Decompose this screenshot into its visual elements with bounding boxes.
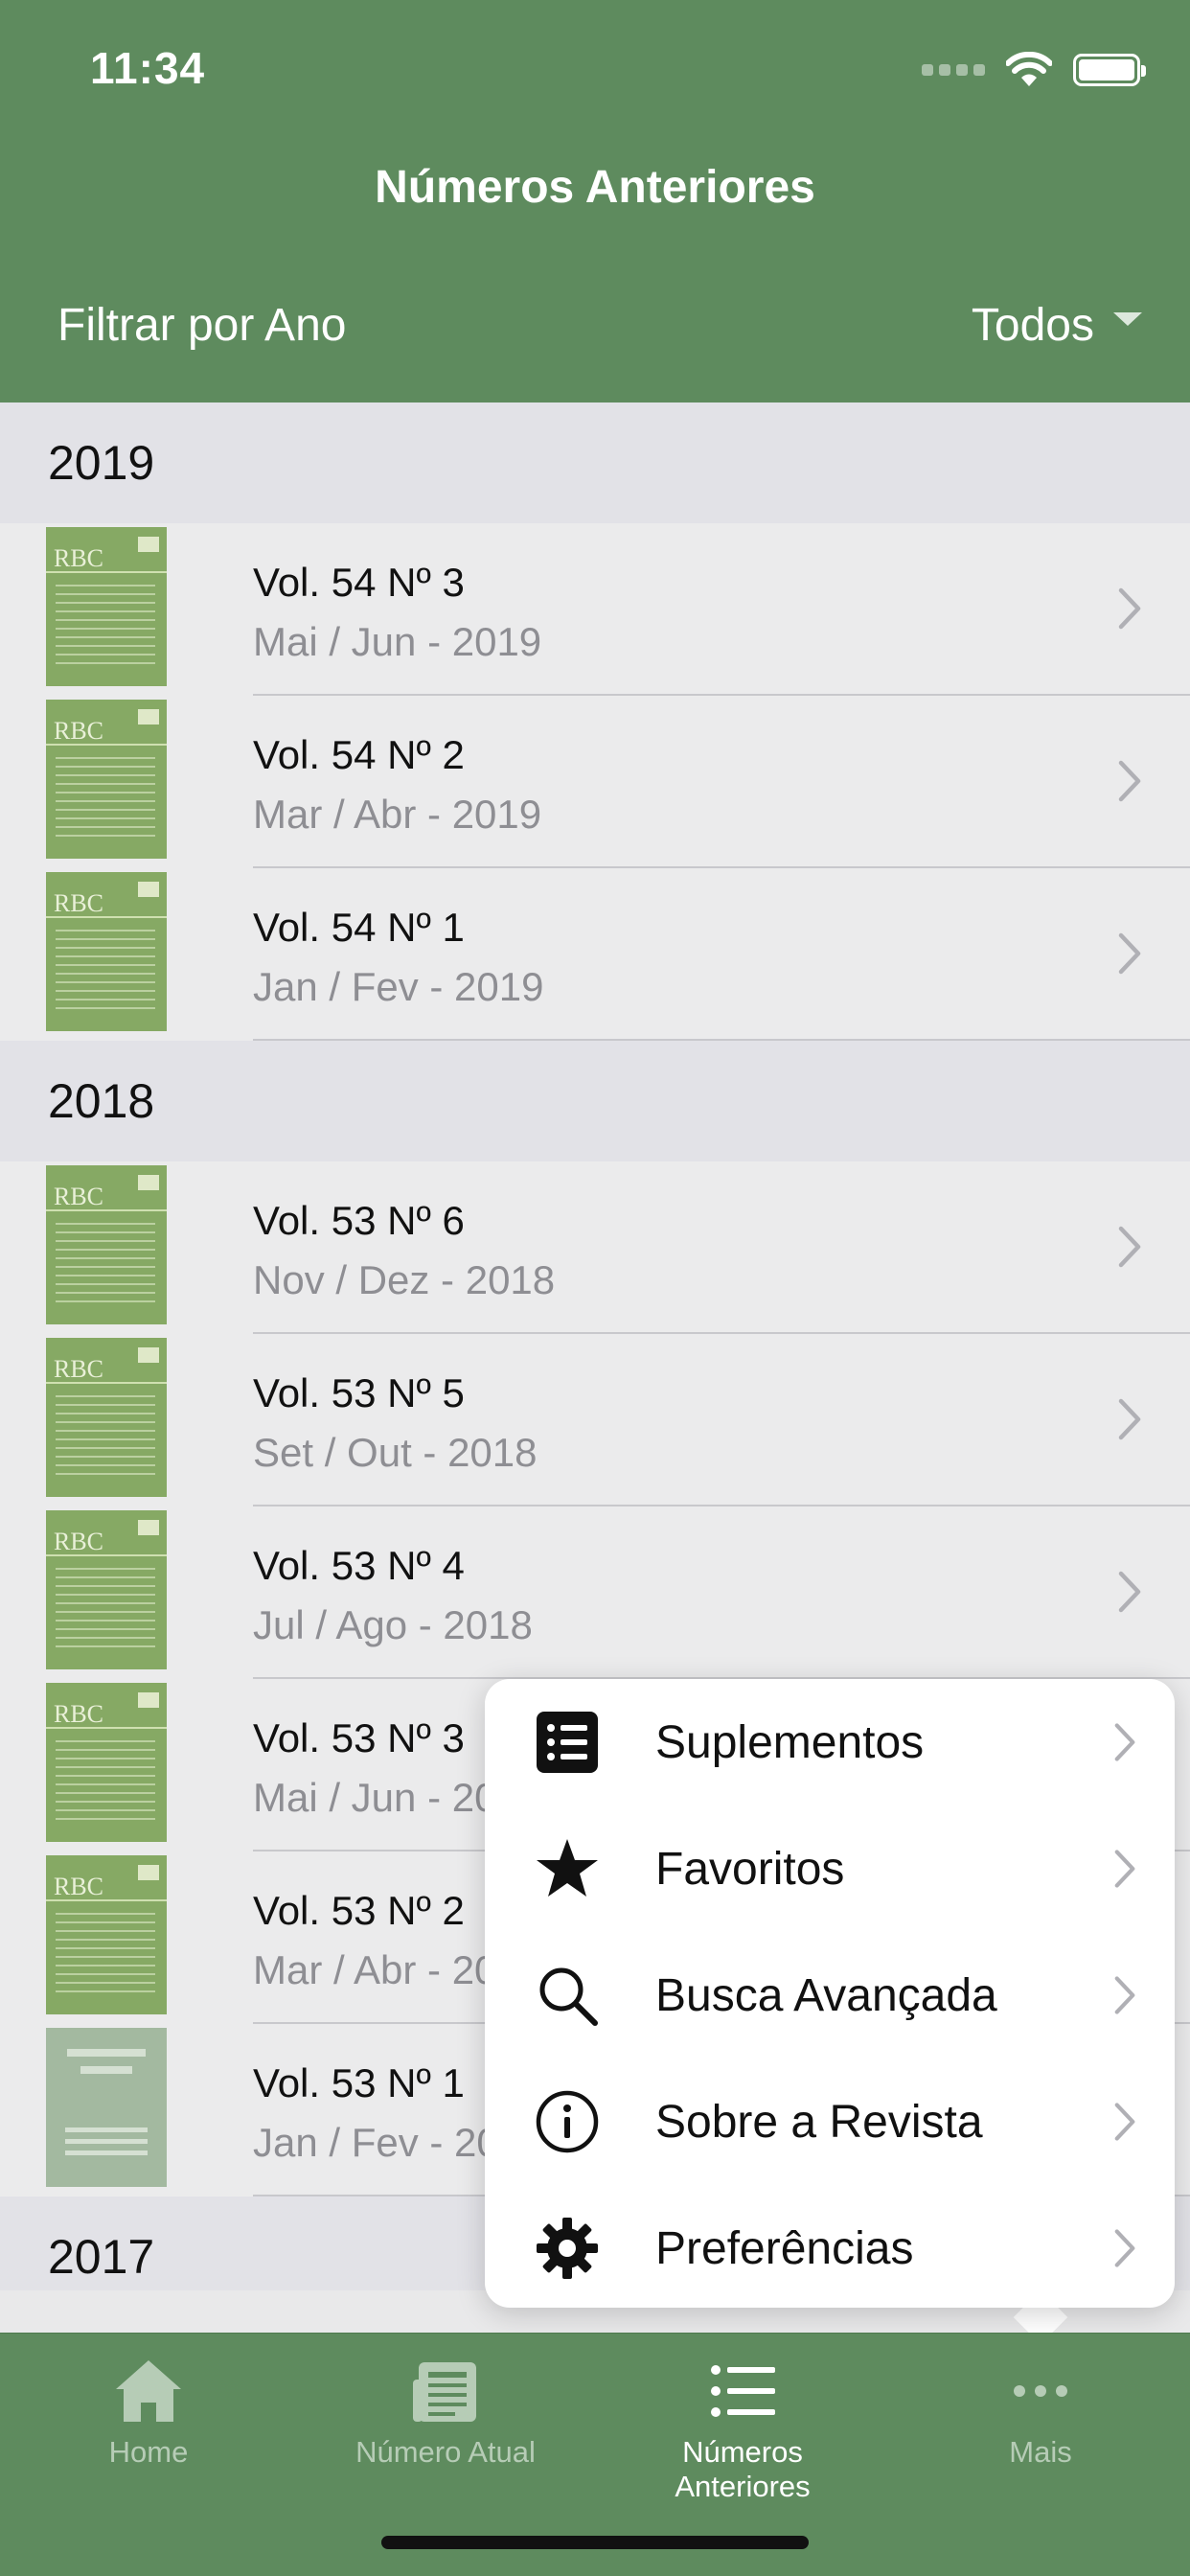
chevron-right-icon xyxy=(1117,586,1142,631)
tab-label: Número Atual xyxy=(355,2435,536,2469)
tab-label: Mais xyxy=(1009,2435,1072,2469)
cover-thumbnail: RBC xyxy=(46,1165,167,1324)
cover-thumbnail: RBC xyxy=(46,1338,167,1497)
cover-thumbnail: RBC xyxy=(46,872,167,1031)
tab-label: Números Anteriores xyxy=(675,2435,811,2503)
menu-item-label: Preferências xyxy=(655,2222,914,2274)
cover-thumbnail: RBC xyxy=(46,1683,167,1842)
menu-item-label: Busca Avançada xyxy=(655,1969,997,2021)
menu-item-label: Suplementos xyxy=(655,1716,925,1768)
info-icon xyxy=(535,2089,600,2154)
home-indicator xyxy=(381,2536,809,2549)
issue-row[interactable]: RBC Vol. 54 Nº 3 Mai / Jun - 2019 xyxy=(0,523,1190,696)
issue-date: Jul / Ago - 2018 xyxy=(253,1602,533,1647)
tab-mais[interactable]: Mais xyxy=(926,2355,1156,2498)
cover-logo-text: RBC xyxy=(54,1528,104,1555)
issue-title: Vol. 54 Nº 2 xyxy=(253,732,465,777)
page-title: Números Anteriores xyxy=(375,162,815,213)
chevron-right-icon xyxy=(1113,2227,1136,2269)
cover-logo-text: RBC xyxy=(54,1873,104,1900)
tab-numero-atual[interactable]: Número Atual xyxy=(331,2355,561,2498)
chevron-right-icon xyxy=(1113,1974,1136,2016)
section-header-year: 2018 xyxy=(0,1041,1190,1162)
cover-thumbnail: RBC xyxy=(46,1855,167,2014)
cover-logo-text: RBC xyxy=(54,1355,104,1383)
gear-icon xyxy=(535,2216,600,2281)
issue-date: Mar / Abr - 2019 xyxy=(253,792,542,837)
cover-placeholder-thumbnail xyxy=(46,2028,167,2187)
more-icon xyxy=(1004,2355,1077,2427)
menu-item-label: Sobre a Revista xyxy=(655,2096,983,2148)
cover-logo-text: RBC xyxy=(54,1700,104,1728)
home-icon xyxy=(112,2355,185,2427)
chevron-right-icon xyxy=(1117,1225,1142,1269)
issue-row[interactable]: RBC Vol. 54 Nº 2 Mar / Abr - 2019 xyxy=(0,696,1190,868)
battery-icon xyxy=(1073,54,1146,86)
menu-item-label: Favoritos xyxy=(655,1843,845,1895)
menu-item-favoritos[interactable]: Favoritos xyxy=(485,1806,1175,1932)
issue-title: Vol. 53 Nº 3 xyxy=(253,1715,465,1760)
cover-logo-text: RBC xyxy=(54,1183,104,1210)
caret-down-icon xyxy=(1113,311,1142,326)
year-filter-value: Todos xyxy=(971,300,1094,351)
cellular-signal-icon xyxy=(922,64,985,76)
menu-item-preferencias[interactable]: Preferências xyxy=(485,2185,1175,2312)
wifi-icon xyxy=(1006,52,1052,86)
cover-thumbnail: RBC xyxy=(46,700,167,859)
star-icon xyxy=(535,1836,600,1901)
year-filter-dropdown[interactable]: Todos xyxy=(972,299,1142,352)
newspaper-icon xyxy=(409,2355,482,2427)
list-icon xyxy=(706,2355,779,2427)
issue-title: Vol. 54 Nº 3 xyxy=(253,560,465,605)
cover-logo-text: RBC xyxy=(54,544,104,572)
tab-label: Home xyxy=(108,2435,189,2469)
issue-date: Nov / Dez - 2018 xyxy=(253,1257,556,1302)
menu-item-suplementos[interactable]: Suplementos xyxy=(485,1679,1175,1806)
tab-home[interactable]: Home xyxy=(34,2355,263,2498)
chevron-right-icon xyxy=(1117,932,1142,976)
issue-date: Mai / Jun - 2019 xyxy=(253,619,542,664)
issue-title: Vol. 53 Nº 6 xyxy=(253,1198,465,1243)
chevron-right-icon xyxy=(1113,2101,1136,2143)
issue-row[interactable]: RBC Vol. 53 Nº 6 Nov / Dez - 2018 xyxy=(0,1162,1190,1334)
more-menu-popup: Suplementos Favoritos Busca Avançada Sobre … xyxy=(485,1679,1175,2308)
chevron-right-icon xyxy=(1113,1848,1136,1890)
issue-row[interactable]: RBC Vol. 54 Nº 1 Jan / Fev - 2019 xyxy=(0,868,1190,1041)
issue-date: Jan / Fev - 2019 xyxy=(253,964,544,1009)
filter-label: Filtrar por Ano xyxy=(57,300,347,351)
issue-title: Vol. 53 Nº 2 xyxy=(253,1888,465,1933)
chevron-right-icon xyxy=(1117,1397,1142,1441)
issue-row[interactable]: RBC Vol. 53 Nº 4 Jul / Ago - 2018 xyxy=(0,1506,1190,1679)
search-icon xyxy=(535,1963,600,2028)
chevron-right-icon xyxy=(1117,1570,1142,1614)
issue-title: Vol. 53 Nº 1 xyxy=(253,2060,465,2105)
issue-title: Vol. 53 Nº 5 xyxy=(253,1370,465,1415)
row-separator xyxy=(253,1039,1190,1041)
list-icon xyxy=(535,1710,600,1775)
issue-date: Set / Out - 2018 xyxy=(253,1430,538,1475)
cover-thumbnail: RBC xyxy=(46,1510,167,1669)
cover-logo-text: RBC xyxy=(54,717,104,745)
nav-header: 11:34 Números Anteriores Filtrar por Ano… xyxy=(0,0,1190,402)
chevron-right-icon xyxy=(1113,1721,1136,1763)
menu-item-busca-avancada[interactable]: Busca Avançada xyxy=(485,1932,1175,2058)
issue-title: Vol. 53 Nº 4 xyxy=(253,1543,465,1588)
section-header-year: 2019 xyxy=(0,402,1190,523)
cover-logo-text: RBC xyxy=(54,889,104,917)
cover-thumbnail: RBC xyxy=(46,527,167,686)
status-time: 11:34 xyxy=(90,43,206,93)
status-icons xyxy=(922,52,1146,88)
issue-row[interactable]: RBC Vol. 53 Nº 5 Set / Out - 2018 xyxy=(0,1334,1190,1506)
menu-item-sobre-a-revista[interactable]: Sobre a Revista xyxy=(485,2058,1175,2185)
tab-numeros-anteriores[interactable]: Números Anteriores xyxy=(628,2355,858,2503)
chevron-right-icon xyxy=(1117,759,1142,803)
issue-title: Vol. 54 Nº 1 xyxy=(253,905,465,950)
